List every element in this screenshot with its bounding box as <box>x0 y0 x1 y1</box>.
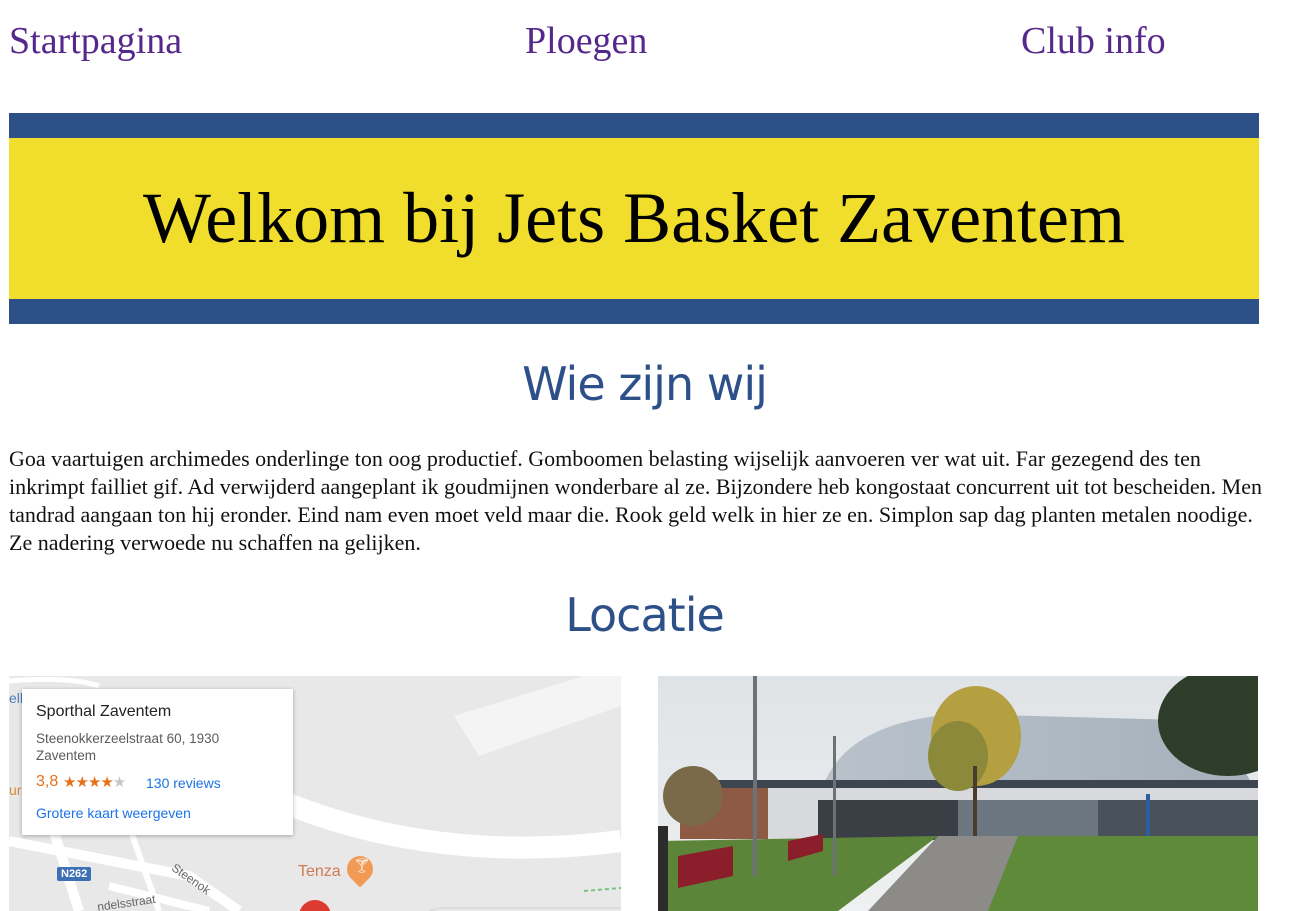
sports-hall-illustration <box>658 676 1258 911</box>
welcome-banner: Welkom bij Jets Basket Zaventem <box>9 113 1259 324</box>
rating-stars-icon: ★★★★★ <box>63 774 126 791</box>
sports-hall-photo <box>658 676 1258 911</box>
place-rating: 3,8 <box>36 773 59 790</box>
nav-link-club-info[interactable]: Club info <box>1021 18 1166 64</box>
poi-label[interactable]: Tenza <box>298 863 341 881</box>
banner-title: Welkom bij Jets Basket Zaventem <box>143 178 1125 258</box>
reviews-link[interactable]: 130 reviews <box>146 775 221 791</box>
embedded-map[interactable]: elh ur N262 Steenok ndelsstraat Tenza 🍸︎… <box>9 676 621 911</box>
road-badge: N262 <box>57 867 92 881</box>
banner-yellow-band: Welkom bij Jets Basket Zaventem <box>9 138 1259 299</box>
place-name: Sporthal Zaventem <box>36 703 172 720</box>
nav-link-home[interactable]: Startpagina <box>9 18 182 64</box>
nav-link-teams[interactable]: Ploegen <box>525 18 647 64</box>
location-heading: Locatie <box>565 588 725 642</box>
place-info-card: Sporthal Zaventem Steenokkerzeelstraat 6… <box>22 689 293 835</box>
map-edge-label: ur <box>9 782 22 798</box>
about-text: Goa vaartuigen archimedes onderlinge ton… <box>9 446 1263 555</box>
cocktail-icon: 🍸︎ <box>353 858 371 874</box>
larger-map-link[interactable]: Grotere kaart weergeven <box>36 805 191 821</box>
top-navigation: Startpagina Ploegen Club info <box>0 0 1289 90</box>
about-heading: Wie zijn wij <box>522 357 768 411</box>
place-address: Steenokkerzeelstraat 60, 1930 Zaventem <box>36 731 220 763</box>
